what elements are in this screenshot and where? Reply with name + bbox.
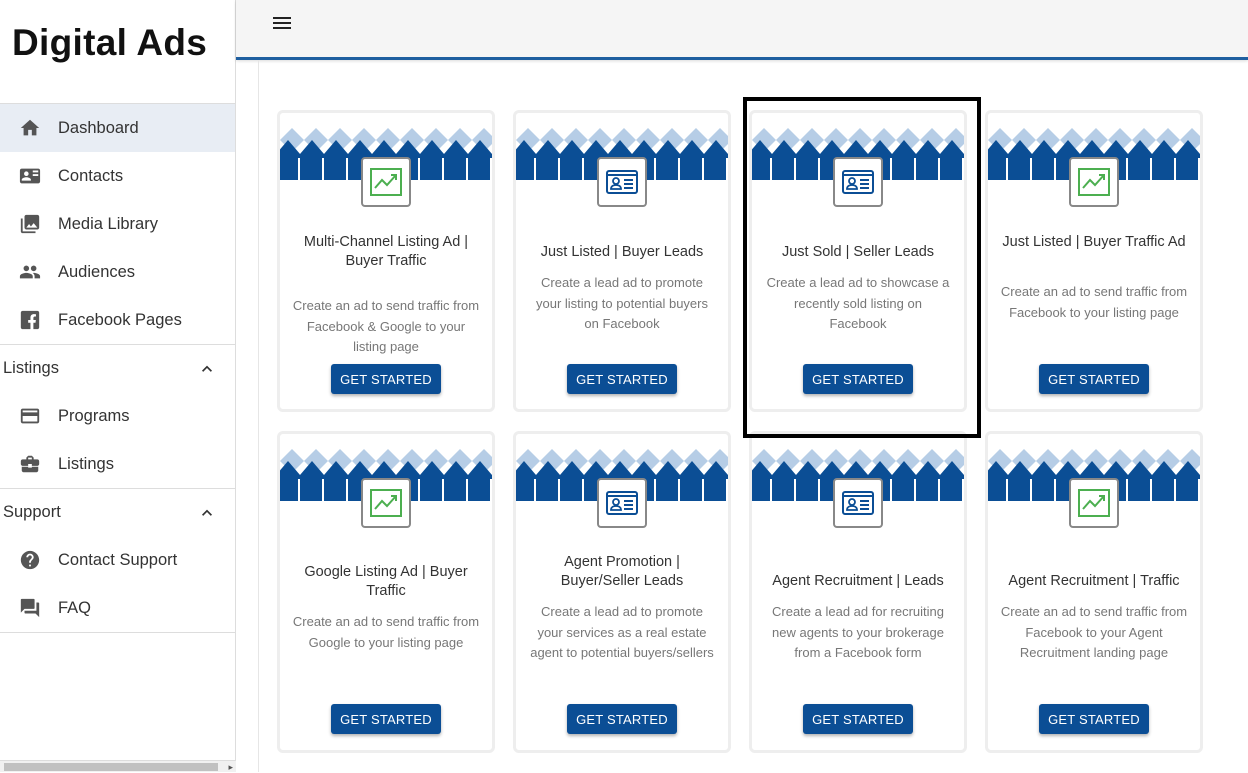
- card-title: Agent Promotion | Buyer/Seller Leads: [560, 554, 684, 589]
- sidebar-horizontal-scrollbar[interactable]: ▸: [0, 760, 236, 772]
- scroll-right-arrow-icon[interactable]: ▸: [228, 761, 233, 773]
- nav-label: Audiences: [58, 262, 136, 281]
- help-circle-icon: [18, 548, 42, 572]
- get-started-button[interactable]: GET STARTED: [567, 364, 677, 394]
- nav-label: Facebook Pages: [58, 310, 182, 329]
- id-card-icon: [597, 157, 647, 207]
- trending-up-icon: [361, 478, 411, 528]
- ad-card: Just Listed | Buyer Traffic Ad Create an …: [985, 110, 1203, 412]
- nav-label: FAQ: [58, 598, 92, 617]
- nav-contacts[interactable]: Contacts: [0, 152, 235, 200]
- briefcase-icon: [18, 452, 42, 476]
- contact-card-icon: [18, 164, 42, 188]
- nav-programs[interactable]: Programs: [0, 392, 235, 440]
- photo-library-icon: [18, 212, 42, 236]
- nav-label: Media Library: [58, 214, 158, 233]
- trending-up-icon: [361, 157, 411, 207]
- card-title: Just Listed | Buyer Traffic Ad: [1002, 234, 1186, 250]
- nav-dashboard[interactable]: Dashboard: [0, 104, 235, 152]
- card-title: Agent Recruitment | Traffic: [1008, 573, 1180, 589]
- card-description: Create an ad to send traffic from Facebo…: [292, 298, 480, 354]
- card-title: Agent Recruitment | Leads: [772, 573, 944, 589]
- support-group-toggle[interactable]: Support: [0, 488, 235, 536]
- trending-up-icon: [1069, 478, 1119, 528]
- nav-contact-support[interactable]: Contact Support: [0, 536, 235, 584]
- listings-group-label: Listings: [3, 359, 59, 377]
- sidebar: Digital Ads Dashboard Contacts Media Lib…: [0, 0, 236, 772]
- get-started-button[interactable]: GET STARTED: [1039, 704, 1149, 734]
- chevron-up-icon: [202, 509, 212, 516]
- nav-label: Contact Support: [58, 550, 178, 569]
- hamburger-menu-icon[interactable]: [273, 14, 297, 38]
- nav-facebook-pages[interactable]: Facebook Pages: [0, 296, 235, 344]
- nav-label: Contacts: [58, 166, 124, 185]
- get-started-button[interactable]: GET STARTED: [331, 704, 441, 734]
- card-title: Google Listing Ad | Buyer Traffic: [304, 564, 468, 599]
- nav-label: Dashboard: [58, 118, 139, 137]
- card-description: Create an ad to send traffic from Facebo…: [1000, 284, 1188, 320]
- card-description: Create a lead ad to showcase a recently …: [766, 275, 950, 331]
- card-title: Just Listed | Buyer Leads: [540, 244, 704, 260]
- id-card-icon: [597, 478, 647, 528]
- ad-card: Agent Recruitment | Traffic Create an ad …: [985, 431, 1203, 753]
- forum-icon: [18, 596, 42, 620]
- card-title: Just Sold | Seller Leads: [781, 244, 935, 260]
- card-description: Create a lead ad to promote your listing…: [536, 275, 708, 331]
- id-card-icon: [833, 157, 883, 207]
- ad-card: Multi-Channel Listing Ad | Buyer Traffic…: [277, 110, 495, 412]
- chevron-up-icon: [202, 365, 212, 372]
- ad-card: Agent Recruitment | Leads Create a lead a…: [749, 431, 967, 753]
- id-card-icon: [833, 478, 883, 528]
- get-started-button[interactable]: GET STARTED: [1039, 364, 1149, 394]
- card-description: Create a lead ad for recruiting new agen…: [772, 604, 944, 660]
- nav-audiences[interactable]: Audiences: [0, 248, 235, 296]
- facebook-icon: [18, 308, 42, 332]
- support-group-label: Support: [3, 503, 61, 521]
- ad-card: Google Listing Ad | Buyer Traffic Create …: [277, 431, 495, 753]
- get-started-button[interactable]: GET STARTED: [803, 704, 913, 734]
- card-title: Multi-Channel Listing Ad | Buyer Traffic: [303, 234, 469, 269]
- nav-faq[interactable]: FAQ: [0, 584, 235, 632]
- brand-title: Digital Ads: [0, 0, 235, 104]
- people-icon: [18, 260, 42, 284]
- get-started-button[interactable]: GET STARTED: [331, 364, 441, 394]
- nav-media-library[interactable]: Media Library: [0, 200, 235, 248]
- ad-card: Just Listed | Buyer Leads Create a lead a…: [513, 110, 731, 412]
- credit-card-icon: [18, 404, 42, 428]
- nav-label: Listings: [58, 454, 114, 473]
- trending-up-icon: [1069, 157, 1119, 207]
- ad-card: Agent Promotion | Buyer/Seller Leads Crea…: [513, 431, 731, 753]
- card-description: Create an ad to send traffic from Google…: [292, 614, 480, 650]
- home-icon: [18, 116, 42, 140]
- scrollbar-thumb[interactable]: [4, 763, 218, 771]
- ad-card: Just Sold | Seller Leads Create a lead ad…: [749, 110, 967, 412]
- nav-listings[interactable]: Listings: [0, 440, 235, 488]
- get-started-button[interactable]: GET STARTED: [567, 704, 677, 734]
- nav-label: Programs: [58, 406, 130, 425]
- card-description: Create a lead ad to promote your service…: [530, 604, 714, 660]
- listings-group-toggle[interactable]: Listings: [0, 344, 235, 392]
- card-description: Create an ad to send traffic from Facebo…: [1000, 604, 1188, 660]
- top-app-bar: [236, 0, 1248, 60]
- sidebar-divider: [0, 632, 235, 633]
- get-started-button[interactable]: GET STARTED: [803, 364, 913, 394]
- content-left-border: [258, 60, 259, 772]
